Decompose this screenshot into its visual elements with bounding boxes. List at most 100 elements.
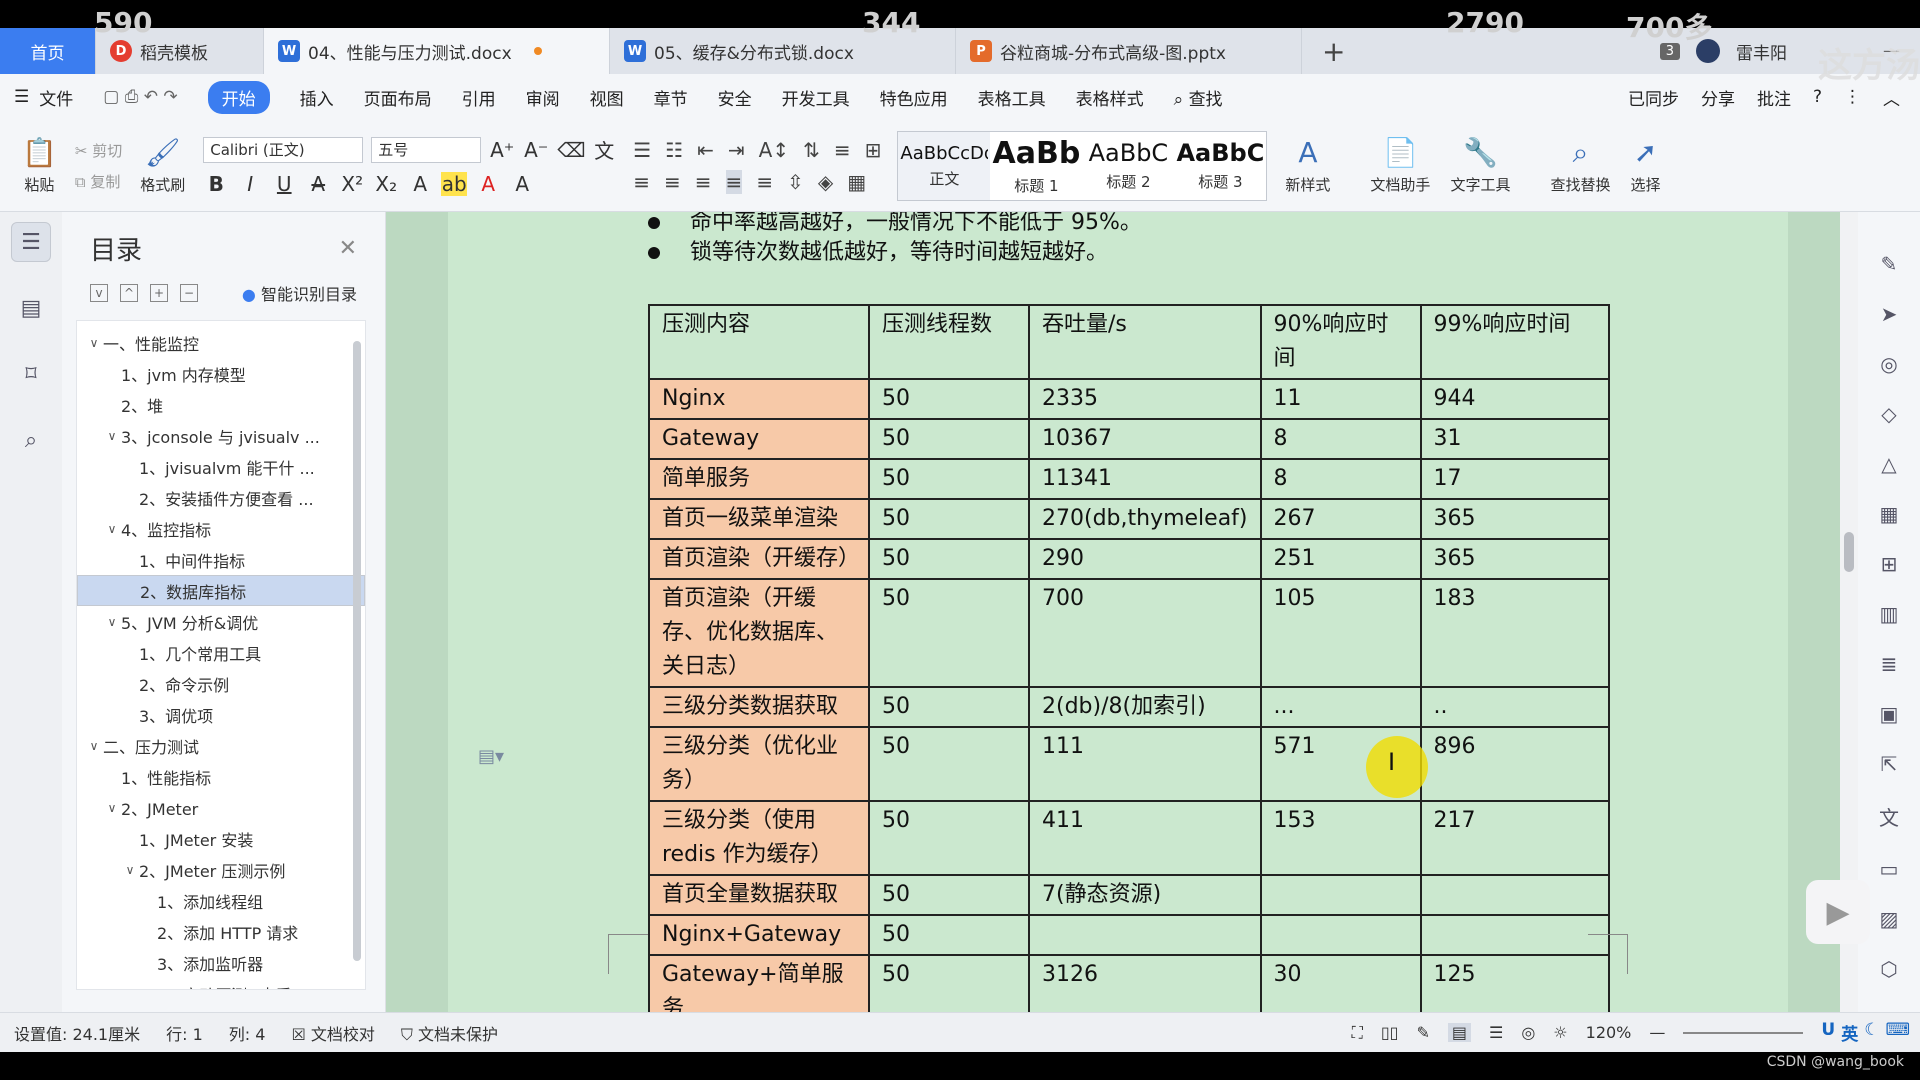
user-name[interactable]: 雷丰阳 <box>1736 39 1787 64</box>
underline-icon[interactable]: U <box>271 172 297 196</box>
style-heading-3[interactable]: AaBbC 标题 3 <box>1174 132 1266 200</box>
outline-node[interactable]: ∨ 3、jconsole 与 jvisualv ... <box>77 420 365 451</box>
table-cell[interactable]: 50 <box>868 378 1030 420</box>
table-cell[interactable]: 三级分类（使用redis 作为缓存） <box>648 800 870 876</box>
bookmark-panel-icon[interactable]: ⌑ <box>11 354 51 394</box>
table-cell[interactable]: 50 <box>868 418 1030 460</box>
table-cell[interactable]: 50 <box>868 954 1030 1012</box>
table-cell[interactable]: 183 <box>1419 578 1610 688</box>
ime-toolbar[interactable]: U 英 ☾ ⌨ <box>1821 1020 1910 1045</box>
line-spacing-icon[interactable]: ≡ <box>834 138 851 162</box>
clear-format-icon[interactable]: ⌫ <box>557 138 585 162</box>
expand-all-icon[interactable]: ^ <box>120 284 138 302</box>
document-page[interactable]: 命中率越高越好，一般情况下不能低于 95%。 锁等待次数越低越好，等待时间越短越… <box>448 212 1788 1012</box>
chevron-down-icon[interactable]: ∨ <box>85 739 103 753</box>
format-painter-button[interactable]: 🖌 格式刷 <box>130 136 195 195</box>
quick-access-icons[interactable]: ▢ ⎙ ↶ ↷ <box>103 87 177 107</box>
table-cell[interactable]: 首页一级菜单渲染 <box>648 498 870 540</box>
outline-node[interactable]: 3、调优项 <box>77 699 365 730</box>
table-cell[interactable]: 50 <box>868 800 1030 876</box>
stress-test-table[interactable]: 压测内容 压测线程数 吞吐量/s 90%响应时间 99%响应时间 Nginx 50 2335 1… <box>648 304 1610 1012</box>
outline-node[interactable]: ∨ 二、压力测试 <box>77 730 365 761</box>
justify-icon[interactable]: ≡ <box>725 169 743 194</box>
write-mode-icon[interactable]: ✎ <box>1416 1023 1429 1042</box>
table-cell[interactable]: 50 <box>868 498 1030 540</box>
outline-node[interactable]: 2、堆 <box>77 389 365 420</box>
distribute-icon[interactable]: ≡ <box>756 170 773 194</box>
menu-tab-insert[interactable]: 插入 <box>300 85 334 110</box>
table-cell[interactable]: 31 <box>1419 418 1610 460</box>
table-cell[interactable]: 11 <box>1259 378 1422 420</box>
outline-node[interactable]: 1、jvm 内存模型 <box>77 358 365 389</box>
navigate-icon[interactable]: △ <box>1881 452 1896 476</box>
chapter-panel-icon[interactable]: ▤ <box>11 288 51 328</box>
select-button[interactable]: ➚ 选择 <box>1620 136 1670 195</box>
style-normal[interactable]: AaBbCcDd 正文 <box>898 131 991 200</box>
web-view-icon[interactable]: ◎ <box>1521 1023 1535 1042</box>
align-left-icon[interactable]: ≡ <box>633 170 650 194</box>
font-size-select[interactable]: 五号 <box>371 136 482 163</box>
table-cell[interactable]: 首页渲染（开缓存、优化数据库、关日志） <box>648 578 870 688</box>
outline-panel-icon[interactable]: ☰ <box>11 222 51 262</box>
table-cell[interactable]: 7(静态资源) <box>1028 874 1262 916</box>
translate-icon[interactable]: 文 <box>1879 802 1899 831</box>
outline-node[interactable]: 1、添加线程组 <box>77 885 365 916</box>
table-cell[interactable]: 吞吐量/s <box>1028 304 1262 380</box>
menu-tab-devtools[interactable]: 开发工具 <box>782 85 850 110</box>
help-icon[interactable]: ? <box>1813 87 1822 107</box>
table-cell[interactable]: 267 <box>1259 498 1422 540</box>
location-icon[interactable]: ◎ <box>1880 352 1897 376</box>
table-cell[interactable] <box>1419 914 1610 956</box>
table-cell[interactable]: Nginx <box>648 378 870 420</box>
read-mode-icon[interactable]: ▯▯ <box>1381 1023 1399 1042</box>
outline-scrollbar[interactable] <box>353 341 361 961</box>
paste-button[interactable]: 📋 粘贴 <box>12 136 67 195</box>
menu-tab-features[interactable]: 特色应用 <box>880 85 948 110</box>
zoom-level[interactable]: 120% <box>1586 1023 1632 1042</box>
table-icon[interactable]: ▦ <box>1880 502 1899 526</box>
text-direction-icon[interactable]: A↕ <box>759 138 789 162</box>
image-icon[interactable]: ▣ <box>1880 702 1899 726</box>
hexagon-icon[interactable]: ⬡ <box>1880 957 1897 981</box>
outline-node[interactable]: 1、性能指标 <box>77 761 365 792</box>
table-cell[interactable]: 270(db,thymeleaf) <box>1028 498 1262 540</box>
table-cell[interactable]: 首页全量数据获取 <box>648 874 870 916</box>
menu-search[interactable]: ⌕ 查找 <box>1174 85 1223 110</box>
new-style-button[interactable]: A 新样式 <box>1275 136 1340 195</box>
table-cell[interactable]: .. <box>1419 686 1610 728</box>
grow-font-icon[interactable]: A⁺ <box>489 138 515 162</box>
outline-node[interactable]: ∨ 5、JVM 分析&调优 <box>77 606 365 637</box>
table-cell[interactable]: 8 <box>1259 458 1422 500</box>
page-view-icon[interactable]: ▤ <box>1447 1023 1471 1042</box>
outline-node[interactable]: ∨ 4、监控指标 <box>77 513 365 544</box>
picture-icon[interactable]: ▨ <box>1880 907 1899 931</box>
menu-tab-security[interactable]: 安全 <box>718 85 752 110</box>
comment-button[interactable]: 批注 <box>1757 85 1791 110</box>
more-icon[interactable]: ⋮ <box>1844 87 1861 107</box>
text-tool-button[interactable]: 🔧 文字工具 <box>1440 136 1520 195</box>
table-cell[interactable]: 125 <box>1419 954 1610 1012</box>
chevron-down-icon[interactable]: ∨ <box>103 522 121 536</box>
remove-heading-icon[interactable]: − <box>180 284 198 302</box>
table-cell[interactable]: 700 <box>1028 578 1262 688</box>
table-cell[interactable]: Gateway <box>648 418 870 460</box>
phonetic-icon[interactable]: 文 <box>591 135 617 164</box>
table-cell[interactable]: 153 <box>1259 800 1422 876</box>
bold-icon[interactable]: B <box>203 172 229 196</box>
menu-tab-table-style[interactable]: 表格样式 <box>1076 85 1144 110</box>
new-tab-plus-icon[interactable]: + <box>1322 35 1345 68</box>
table-cell[interactable]: 251 <box>1259 538 1422 580</box>
edit-icon[interactable]: ✎ <box>1881 252 1898 276</box>
outline-node[interactable]: 3、添加监听器 <box>77 947 365 978</box>
eye-protect-icon[interactable]: ☼ <box>1553 1023 1567 1042</box>
chevron-down-icon[interactable]: ∨ <box>85 336 103 350</box>
table-cell[interactable]: 三级分类数据获取 <box>648 686 870 728</box>
table-cell[interactable]: Gateway+简单服务 <box>648 954 870 1012</box>
align-right-icon[interactable]: ≡ <box>695 170 712 194</box>
add-heading-icon[interactable]: + <box>150 284 168 302</box>
paste-options-icon[interactable]: ▤▾ <box>478 746 504 767</box>
outline-view-icon[interactable]: ☰ <box>1489 1023 1503 1042</box>
tab-doc-04[interactable]: W 04、性能与压力测试.docx <box>264 28 610 74</box>
table-cell[interactable]: 111 <box>1028 726 1262 802</box>
outline-node[interactable]: ∨ 2、JMeter <box>77 792 365 823</box>
